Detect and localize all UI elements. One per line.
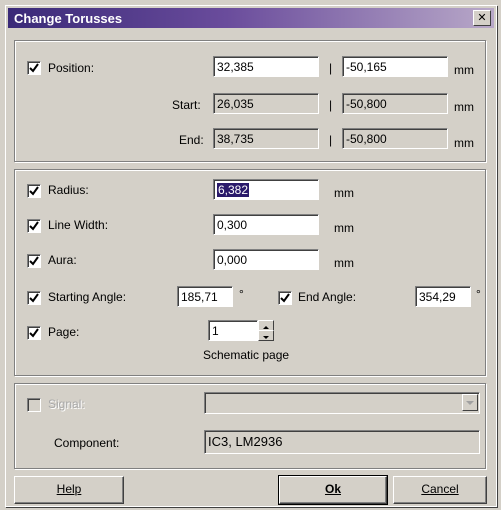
end-angle-label: End Angle:	[298, 290, 357, 304]
checkmark-icon	[29, 221, 39, 231]
signal-label: Signal:	[48, 397, 85, 411]
end-label: End:	[179, 133, 204, 147]
cancel-label: Cancel	[421, 482, 459, 496]
end-angle-checkbox[interactable]	[278, 291, 292, 305]
checkmark-icon	[29, 186, 39, 196]
ok-label: Ok	[324, 482, 341, 496]
position-checkbox[interactable]	[27, 61, 41, 75]
page-caption: Schematic page	[203, 348, 290, 362]
component-field: IC3, LM2936	[204, 430, 480, 454]
page-field[interactable]: 1	[208, 320, 258, 341]
position-separator: |	[329, 61, 333, 75]
chevron-down-icon	[462, 394, 478, 411]
position-x-field[interactable]: 32,385	[213, 56, 319, 77]
end-y-field: -50,800	[342, 128, 448, 149]
start-x-field: 26,035	[213, 93, 319, 114]
linewidth-field[interactable]: 0,300	[213, 214, 319, 235]
start-separator: |	[329, 98, 333, 112]
end-separator: |	[329, 133, 333, 147]
start-y-field: -50,800	[342, 93, 448, 114]
start-angle-degree: °	[239, 287, 244, 301]
window-title: Change Torusses	[14, 11, 123, 26]
close-icon: ✕	[477, 11, 487, 24]
position-label: Position:	[48, 61, 95, 75]
end-angle-field[interactable]: 354,29	[415, 286, 471, 307]
radius-label: Radius:	[48, 183, 89, 197]
checkmark-icon	[280, 293, 290, 303]
aura-checkbox[interactable]	[27, 254, 41, 268]
signal-checkbox	[27, 398, 41, 412]
start-angle-field[interactable]: 185,71	[177, 286, 233, 307]
start-angle-label: Starting Angle:	[48, 290, 127, 304]
title-bar[interactable]: Change Torusses ✕	[8, 8, 494, 28]
checkmark-icon	[29, 63, 39, 73]
checkmark-icon	[29, 293, 39, 303]
radius-unit: mm	[334, 186, 354, 200]
checkmark-icon	[29, 328, 39, 338]
page-label: Page:	[48, 325, 80, 339]
end-unit: mm	[454, 136, 474, 150]
radius-checkbox[interactable]	[27, 184, 41, 198]
checkmark-icon	[29, 256, 39, 266]
ok-button[interactable]: Ok	[278, 475, 388, 505]
end-x-field: 38,735	[213, 128, 319, 149]
page-spinner[interactable]	[258, 320, 274, 341]
linewidth-checkbox[interactable]	[27, 219, 41, 233]
signal-dropdown	[204, 392, 480, 414]
aura-label: Aura:	[48, 253, 77, 267]
properties-group	[14, 169, 486, 376]
start-unit: mm	[454, 100, 474, 114]
help-button[interactable]: Help	[14, 476, 124, 504]
dialog-window: Change Torusses ✕ Position: 32,385 | -50…	[5, 5, 497, 507]
page-checkbox[interactable]	[27, 326, 41, 340]
position-y-field[interactable]: -50,165	[342, 56, 448, 77]
help-label: Help	[56, 482, 82, 496]
radius-field[interactable]: 6,382	[213, 179, 319, 200]
cancel-button[interactable]: Cancel	[393, 476, 487, 504]
aura-field[interactable]: 0,000	[213, 249, 319, 270]
spin-down-icon[interactable]	[258, 330, 274, 341]
start-angle-checkbox[interactable]	[27, 291, 41, 305]
linewidth-unit: mm	[334, 221, 354, 235]
linewidth-label: Line Width:	[48, 218, 109, 232]
component-label: Component:	[54, 436, 120, 450]
position-unit: mm	[454, 63, 474, 77]
close-button[interactable]: ✕	[473, 10, 491, 26]
end-angle-degree: °	[476, 287, 481, 301]
aura-unit: mm	[334, 256, 354, 270]
start-label: Start:	[172, 98, 201, 112]
